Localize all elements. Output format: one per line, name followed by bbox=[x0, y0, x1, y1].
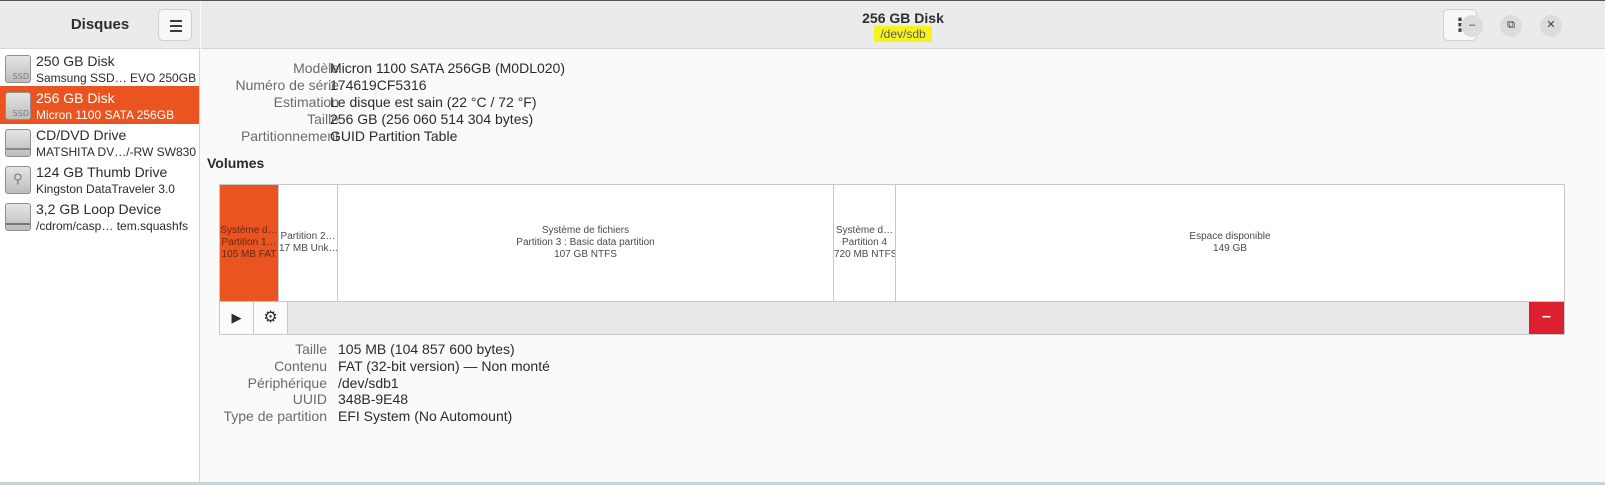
disk-model: MATSHITA DV…/-RW SW830 bbox=[36, 145, 197, 159]
info-label: Type de partition bbox=[223, 408, 327, 424]
disk-title: 256 GB Disk bbox=[862, 10, 944, 26]
info-label: Taille bbox=[295, 341, 327, 357]
disk-name: 124 GB Thumb Drive bbox=[36, 164, 168, 180]
hamburger-icon-line bbox=[170, 25, 182, 27]
delete-partition-button[interactable]: – bbox=[1529, 302, 1564, 334]
disks-window: Disques SSD 250 GB Disk Samsung SSD… EVO… bbox=[0, 0, 1605, 485]
partition-label: Partition 4 bbox=[841, 237, 888, 248]
ssd-drive-icon: SSD bbox=[5, 55, 31, 83]
info-value: FAT (32-bit version) — Non monté bbox=[338, 358, 550, 374]
partition-label: 107 GB NTFS bbox=[554, 249, 617, 260]
ssd-drive-icon: SSD bbox=[5, 92, 31, 120]
minimize-icon: – bbox=[1468, 19, 1476, 31]
partition-label: Partition 1… bbox=[221, 237, 277, 248]
disk-item-250gb[interactable]: SSD 250 GB Disk Samsung SSD… EVO 250GB bbox=[0, 49, 199, 87]
disk-name: 250 GB Disk bbox=[36, 53, 115, 69]
partition-label: Partition 2… bbox=[280, 231, 336, 242]
close-icon: ✕ bbox=[1546, 19, 1556, 31]
partition-label: Système d… bbox=[835, 225, 894, 236]
disk-name: CD/DVD Drive bbox=[36, 127, 127, 143]
info-value: 256 GB (256 060 514 304 bytes) bbox=[330, 111, 534, 127]
maximize-button[interactable]: ⧉ bbox=[1500, 15, 1522, 37]
info-label: Estimation bbox=[273, 94, 339, 110]
hamburger-menu-button[interactable] bbox=[158, 9, 192, 41]
info-label: Périphérique bbox=[247, 375, 327, 391]
usb-drive-icon: ⚲ bbox=[5, 166, 31, 194]
partition-4-block[interactable]: Système d… Partition 4 720 MB NTFS bbox=[834, 185, 896, 301]
minus-icon: – bbox=[1542, 308, 1551, 325]
maximize-icon: ⧉ bbox=[1507, 19, 1515, 31]
free-space-block[interactable]: Espace disponible 149 GB bbox=[896, 185, 1564, 301]
info-value: Le disque est sain (22 °C / 72 °F) bbox=[330, 94, 537, 110]
hamburger-icon bbox=[170, 20, 182, 22]
partition-label: Espace disponible bbox=[1189, 231, 1271, 242]
info-value: Micron 1100 SATA 256GB (M0DL020) bbox=[330, 60, 565, 76]
partition-options-button[interactable]: ⚙ bbox=[254, 302, 288, 334]
info-label: UUID bbox=[292, 391, 327, 407]
info-value: 348B-9E48 bbox=[338, 391, 409, 407]
info-value: /dev/sdb1 bbox=[338, 375, 399, 391]
disk-name: 256 GB Disk bbox=[36, 90, 115, 106]
disk-item-thumb-drive[interactable]: ⚲ 124 GB Thumb Drive Kingston DataTravel… bbox=[0, 160, 199, 198]
partition-label: 17 MB Unk… bbox=[279, 243, 337, 254]
info-label: Partitionnement bbox=[240, 128, 339, 144]
volumes-heading: Volumes bbox=[207, 155, 265, 171]
gear-icon: ⚙ bbox=[263, 309, 278, 326]
disk-item-256gb[interactable]: SSD 256 GB Disk Micron 1100 SATA 256GB bbox=[0, 86, 199, 124]
minimize-button[interactable]: – bbox=[1461, 15, 1483, 37]
disk-model: /cdrom/casp… tem.squashfs bbox=[36, 219, 189, 233]
info-value: 174619CF5316 bbox=[330, 77, 427, 93]
partition-1-block[interactable]: Système d… Partition 1… 105 MB FAT bbox=[220, 185, 279, 301]
info-label: Taille bbox=[307, 111, 339, 127]
main-header: 256 GB Disk /dev/sdb ⋮ – ⧉ ✕ bbox=[201, 1, 1605, 49]
disk-model: Samsung SSD… EVO 250GB bbox=[36, 71, 197, 85]
partition-label: 105 MB FAT bbox=[221, 249, 277, 260]
info-label: Numéro de série bbox=[235, 77, 340, 93]
disk-model: Kingston DataTraveler 3.0 bbox=[36, 182, 175, 196]
close-button[interactable]: ✕ bbox=[1540, 15, 1562, 37]
loop-device-icon bbox=[5, 203, 31, 231]
disk-item-cd-dvd[interactable]: CD/DVD Drive MATSHITA DV…/-RW SW830 bbox=[0, 123, 199, 161]
optical-drive-icon bbox=[5, 129, 31, 157]
disk-name: 3,2 GB Loop Device bbox=[36, 201, 162, 217]
partition-label: Système de fichiers bbox=[541, 225, 630, 236]
partition-label: 720 MB NTFS bbox=[834, 249, 895, 260]
volume-toolbar: ▶ ⚙ – bbox=[219, 302, 1565, 335]
sidebar-header: Disques bbox=[0, 1, 200, 49]
mount-button[interactable]: ▶ bbox=[220, 302, 254, 334]
play-icon: ▶ bbox=[231, 310, 242, 325]
partition-3-block[interactable]: Système de fichiers Partition 3 : Basic … bbox=[338, 185, 834, 301]
disk-item-loop-device[interactable]: 3,2 GB Loop Device /cdrom/casp… tem.squa… bbox=[0, 197, 199, 235]
disk-model: Micron 1100 SATA 256GB bbox=[36, 108, 175, 122]
info-value: 105 MB (104 857 600 bytes) bbox=[338, 341, 515, 357]
partition-label: Partition 3 : Basic data partition bbox=[516, 237, 655, 248]
volume-map: Système d… Partition 1… 105 MB FAT Parti… bbox=[219, 184, 1565, 302]
disk-details: Modèle Micron 1100 SATA 256GB (M0DL020) … bbox=[201, 49, 1605, 482]
partition-label: Système d… bbox=[220, 225, 278, 236]
device-path: /dev/sdb bbox=[874, 26, 932, 42]
sidebar: Disques SSD 250 GB Disk Samsung SSD… EVO… bbox=[0, 1, 200, 482]
info-value: EFI System (No Automount) bbox=[338, 408, 513, 424]
info-label: Contenu bbox=[274, 358, 327, 374]
hamburger-icon-line bbox=[170, 30, 182, 32]
info-value: GUID Partition Table bbox=[330, 128, 458, 144]
info-label: Modèle bbox=[293, 60, 339, 76]
partition-2-block[interactable]: Partition 2… 17 MB Unk… bbox=[279, 185, 338, 301]
partition-label: 149 GB bbox=[1213, 243, 1247, 254]
